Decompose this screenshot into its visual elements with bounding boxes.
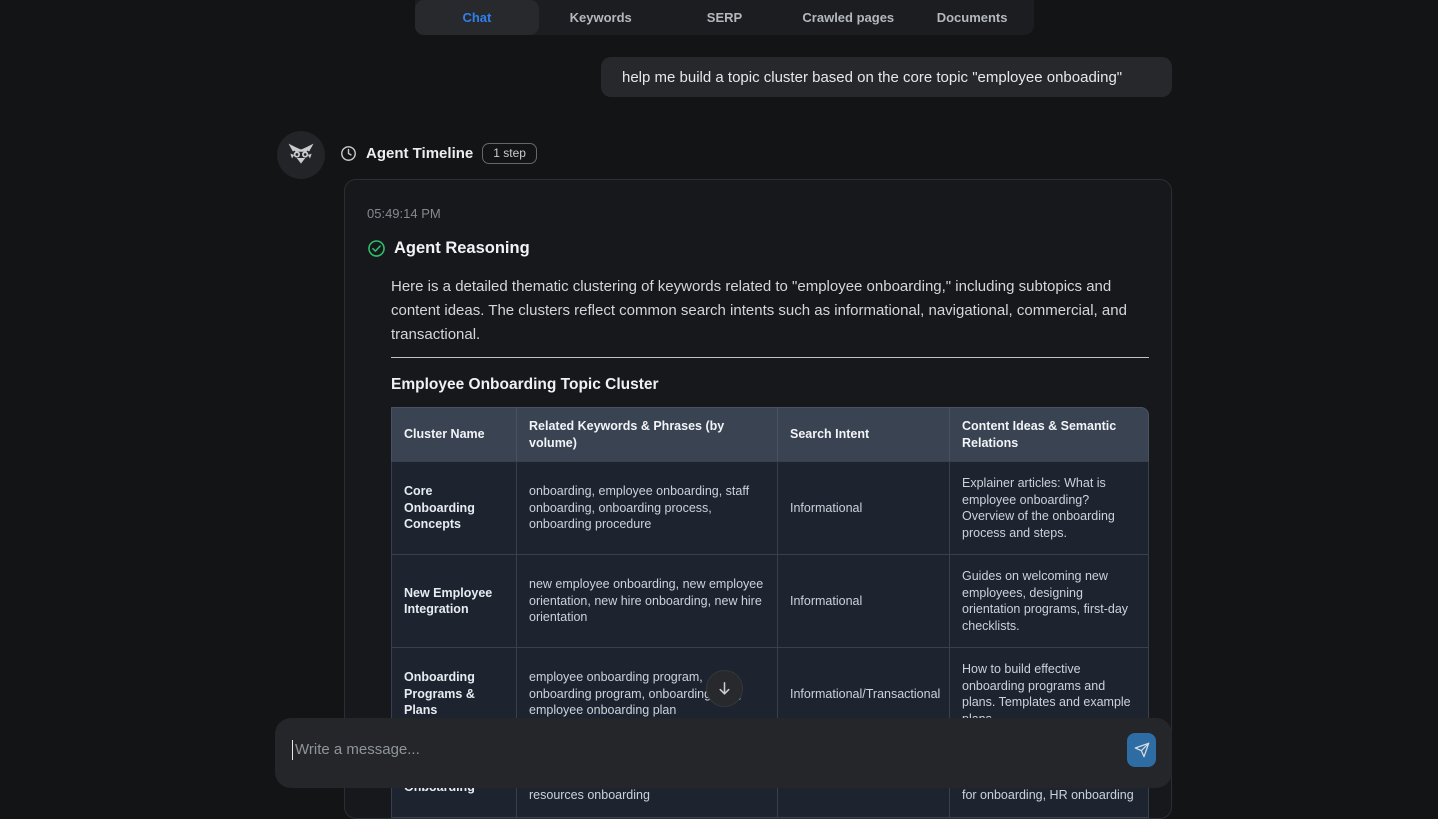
scroll-to-bottom-button[interactable] — [706, 670, 743, 707]
tab-label: Crawled pages — [802, 10, 894, 25]
tab[interactable]: Crawled pages — [786, 0, 910, 35]
table-header-row: Cluster Name Related Keywords & Phrases … — [391, 407, 1149, 461]
reasoning-text: Here is a detailed thematic clustering o… — [391, 275, 1149, 347]
message-input[interactable]: Write a message... — [292, 718, 1127, 781]
reasoning-title: Agent Reasoning — [394, 239, 530, 258]
tab-label: Keywords — [570, 10, 632, 25]
table-header-cell: Search Intent — [777, 407, 949, 461]
cell-content-ideas: Guides on welcoming new employees, desig… — [949, 554, 1149, 647]
send-button[interactable] — [1127, 733, 1156, 767]
tab-label: SERP — [707, 10, 742, 25]
step-timestamp: 05:49:14 PM — [367, 206, 1147, 221]
tab[interactable]: SERP — [663, 0, 787, 35]
tab[interactable]: Chat — [415, 0, 539, 35]
arrow-down-icon — [716, 680, 733, 697]
cell-search-intent: Informational — [777, 461, 949, 554]
check-circle-icon — [367, 239, 386, 258]
owl-logo-icon — [286, 138, 316, 173]
tab[interactable]: Keywords — [539, 0, 663, 35]
cell-cluster-name: Core Onboarding Concepts — [391, 461, 516, 554]
cell-search-intent: Informational — [777, 554, 949, 647]
cell-cluster-name: New Employee Integration — [391, 554, 516, 647]
table-header-cell: Related Keywords & Phrases (by volume) — [516, 407, 777, 461]
clock-icon — [340, 145, 357, 162]
table-header-cell: Content Ideas & Semantic Relations — [949, 407, 1149, 461]
table-row: New Employee Integration new employee on… — [391, 554, 1149, 647]
agent-timeline-label: Agent Timeline — [366, 145, 473, 162]
user-message-text: help me build a topic cluster based on t… — [622, 69, 1122, 86]
avatar — [277, 131, 325, 179]
steps-badge[interactable]: 1 step — [482, 143, 537, 164]
user-message-bubble: help me build a topic cluster based on t… — [601, 57, 1172, 97]
text-cursor — [292, 740, 293, 760]
cell-keywords: new employee onboarding, new employee or… — [516, 554, 777, 647]
divider — [391, 357, 1149, 358]
table-title: Employee Onboarding Topic Cluster — [391, 376, 1149, 394]
table-header-cell: Cluster Name — [391, 407, 516, 461]
cell-content-ideas: Explainer articles: What is employee onb… — [949, 461, 1149, 554]
send-icon — [1134, 742, 1150, 758]
tab-label: Chat — [462, 10, 491, 25]
tab-label: Documents — [937, 10, 1008, 25]
cell-keywords: onboarding, employee onboarding, staff o… — [516, 461, 777, 554]
input-placeholder: Write a message... — [295, 741, 420, 758]
tab[interactable]: Documents — [910, 0, 1034, 35]
agent-timeline-header: Agent Timeline 1 step — [340, 143, 537, 163]
top-tab-bar: Chat Keywords SERP Crawled pages Documen… — [415, 0, 1034, 35]
table-row: Core Onboarding Concepts onboarding, emp… — [391, 461, 1149, 554]
message-composer: Write a message... — [275, 718, 1172, 788]
